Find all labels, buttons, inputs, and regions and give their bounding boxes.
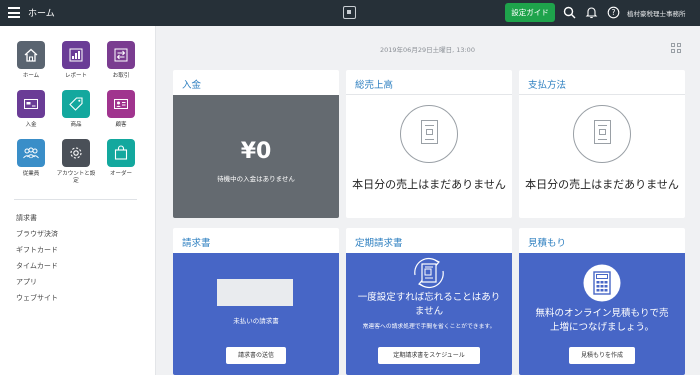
estimates-headline: 無料のオンライン見積もりで売上増につなげましょう。 xyxy=(535,308,669,333)
payment-method-card[interactable]: 支払方法 本日分の売上はまだありません xyxy=(519,70,685,218)
no-sales-message: 本日分の売上はまだありません xyxy=(352,178,506,191)
home-icon xyxy=(17,41,45,69)
sidebar-tile-label: レポート xyxy=(64,73,87,79)
sidebar-tile-customers[interactable]: 顧客 xyxy=(101,90,141,129)
sidebar-link-gift-cards[interactable]: ギフトカード xyxy=(16,245,58,255)
calculator-icon xyxy=(583,264,621,302)
invoices-card[interactable]: 請求書 未払いの請求書 請求書の送信 xyxy=(173,228,339,375)
sidebar-tile-home[interactable]: ホーム xyxy=(11,41,51,80)
estimates-card[interactable]: 見積もり 無料のオンライン見積もりで売上増につなげましょう。 見積もりを作成 xyxy=(519,228,685,375)
invoices-panel: 未払いの請求書 請求書の送信 xyxy=(173,253,339,375)
gross-sales-card[interactable]: 総売上高 本日分の売上はまだありません xyxy=(346,70,512,218)
deposit-icon xyxy=(17,90,45,118)
recurring-invoices-card[interactable]: 定期請求書 一度設定すれば忘れることはありません 常連客への請求処理で手間を省く… xyxy=(346,228,512,375)
id-card-icon xyxy=(107,90,135,118)
gear-icon xyxy=(62,139,90,167)
sidebar-tile-account-settings[interactable]: アカウントと設定 xyxy=(56,139,96,185)
card-title: 支払方法 xyxy=(528,80,567,91)
bell-icon[interactable] xyxy=(585,6,598,19)
deposit-amount: ¥0 xyxy=(240,139,272,164)
recurring-subtext: 常連客への請求処理で手間を省くことができます。 xyxy=(362,324,496,330)
sidebar-divider xyxy=(14,199,137,200)
recurring-panel: 一度設定すれば忘れることはありません 常連客への請求処理で手間を省くことができま… xyxy=(346,253,512,375)
transfer-icon xyxy=(107,41,135,69)
invoice-placeholder xyxy=(217,279,293,306)
office-name[interactable]: 植村豪税理士事務所 xyxy=(627,8,686,18)
page-title: ホーム xyxy=(28,9,55,19)
sidebar-tile-label: 商品 xyxy=(70,122,82,128)
menu-icon[interactable] xyxy=(8,7,20,18)
card-title: 総売上高 xyxy=(355,80,394,91)
sidebar-tile-label: 入金 xyxy=(25,122,37,128)
unpaid-invoices-label: 未払いの請求書 xyxy=(233,317,279,325)
sidebar-tile-label: 従業員 xyxy=(22,171,40,177)
help-icon[interactable]: ? xyxy=(607,6,620,19)
sidebar-link-apps[interactable]: アプリ xyxy=(16,277,37,287)
deposit-panel: ¥0 待機中の入金はありません xyxy=(173,95,339,218)
receipt-icon xyxy=(400,105,458,163)
sidebar-tile-reports[interactable]: レポート xyxy=(56,41,96,80)
create-estimate-button[interactable]: 見積もりを作成 xyxy=(569,347,635,364)
no-sales-message: 本日分の売上はまだありません xyxy=(525,178,679,191)
sidebar-tile-label: オーダー xyxy=(109,171,132,177)
sidebar-link-browser-payments[interactable]: ブラウザ決済 xyxy=(16,229,58,239)
deposit-card[interactable]: 入金 ¥0 待機中の入金はありません xyxy=(173,70,339,218)
card-divider xyxy=(346,94,512,95)
sidebar-tile-label: お取引 xyxy=(112,73,130,79)
square-logo-icon[interactable] xyxy=(343,6,356,19)
sidebar-link-timecards[interactable]: タイムカード xyxy=(16,261,58,271)
people-icon xyxy=(17,139,45,167)
sidebar-link-website[interactable]: ウェブサイト xyxy=(16,293,58,303)
date-time: 2019年06月29日土曜日, 13:00 xyxy=(380,46,475,54)
schedule-recurring-button[interactable]: 定期請求書をスケジュール xyxy=(378,347,480,364)
sidebar-tile-items[interactable]: 商品 xyxy=(56,90,96,129)
send-invoice-button[interactable]: 請求書の送信 xyxy=(226,347,286,364)
sidebar-link-invoices[interactable]: 請求書 xyxy=(16,213,37,223)
recurring-headline: 一度設定すれば忘れることはありません xyxy=(357,292,501,317)
card-divider xyxy=(519,94,685,95)
sidebar-tile-label: アカウントと設定 xyxy=(56,171,96,185)
tag-icon xyxy=(62,90,90,118)
sidebar-tile-transactions[interactable]: お取引 xyxy=(101,41,141,80)
top-bar: ホーム 設定ガイド ? 植村豪税理士事務所 xyxy=(0,0,700,26)
setup-guide-button[interactable]: 設定ガイド xyxy=(505,3,555,22)
estimates-panel: 無料のオンライン見積もりで売上増につなげましょう。 見積もりを作成 xyxy=(519,253,685,375)
bar-chart-icon xyxy=(62,41,90,69)
sidebar-tile-label: ホーム xyxy=(22,73,40,79)
card-title: 請求書 xyxy=(182,238,211,249)
card-title: 定期請求書 xyxy=(355,238,403,249)
deposit-status: 待機中の入金はありません xyxy=(217,175,295,183)
receipt-icon xyxy=(573,105,631,163)
bag-icon xyxy=(107,139,135,167)
svg-text:?: ? xyxy=(612,8,616,17)
search-icon[interactable] xyxy=(563,6,576,19)
sidebar-tile-deposits[interactable]: 入金 xyxy=(11,90,51,129)
sidebar: ホーム レポート お取引 入金 商品 顧客 従業員 アカウントと設定 オーダー … xyxy=(0,26,156,375)
layout-grid-icon[interactable] xyxy=(671,43,682,54)
sidebar-tile-employees[interactable]: 従業員 xyxy=(11,139,51,178)
card-title: 入金 xyxy=(182,80,202,91)
recurring-invoice-icon xyxy=(414,258,444,288)
sidebar-tile-orders[interactable]: オーダー xyxy=(101,139,141,178)
sidebar-tile-label: 顧客 xyxy=(115,122,127,128)
card-title: 見積もり xyxy=(528,238,567,249)
